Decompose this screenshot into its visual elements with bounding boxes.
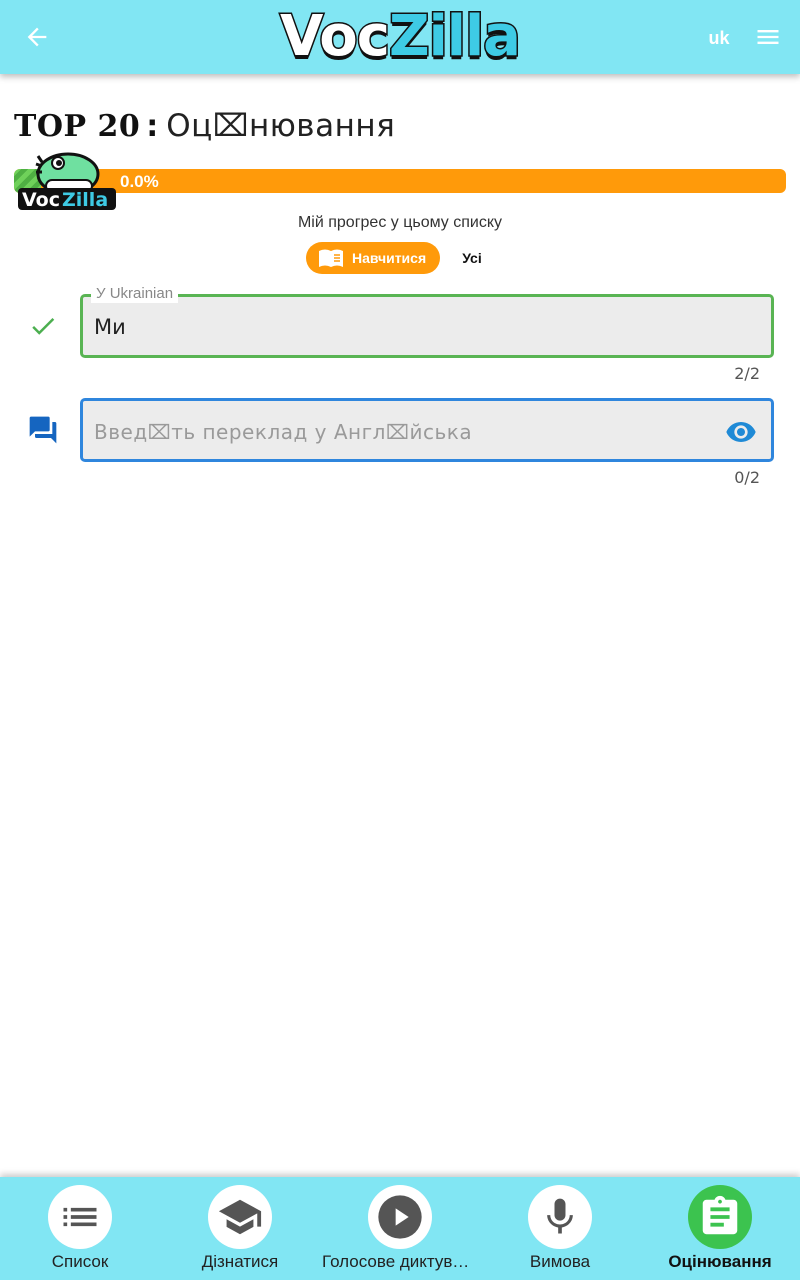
- microphone-icon: [547, 1198, 573, 1234]
- progress-value: 0.0%: [120, 172, 159, 191]
- source-word-value: Ми: [94, 315, 126, 339]
- language-button[interactable]: uk: [698, 24, 740, 52]
- clipboard-icon: [702, 1195, 738, 1235]
- graduation-cap-icon: [218, 1199, 262, 1235]
- nav-label-pronunciation: Вимова: [529, 1252, 591, 1271]
- progress-caption: Мій прогрес у цьому списку: [297, 214, 503, 231]
- source-language-label: У Ukrainian: [91, 285, 179, 303]
- voczilla-mascot-icon: Voc Zilla: [16, 150, 118, 212]
- nav-item-dictation[interactable]: Голосове диктування: [320, 1177, 480, 1280]
- svg-text:Zilla: Zilla: [62, 189, 108, 211]
- nav-label-dictation: Голосове диктування: [322, 1252, 480, 1271]
- app-header: VocZilla uk: [0, 0, 800, 74]
- toggle-learn-label: Навчитися: [352, 250, 427, 266]
- nav-item-assessment[interactable]: Оцінювання: [640, 1177, 800, 1280]
- source-word-field[interactable]: У Ukrainian Ми: [80, 285, 774, 358]
- bottom-navigation: Список Дізнатися Голосове диктування Вим…: [0, 1177, 800, 1280]
- translation-counter: 0/2: [734, 468, 760, 487]
- hamburger-menu-icon: [757, 30, 779, 44]
- svg-text:Voc: Voc: [22, 189, 60, 211]
- nav-item-list[interactable]: Список: [0, 1177, 160, 1280]
- nav-item-pronunciation[interactable]: Вимова: [480, 1177, 640, 1280]
- source-counter: 2/2: [734, 364, 760, 383]
- list-name: TOP 20: [14, 108, 141, 144]
- nav-label-list: Список: [51, 1252, 109, 1271]
- list-icon: [63, 1207, 97, 1227]
- play-icon: [378, 1195, 422, 1239]
- nav-item-learn[interactable]: Дізнатися: [160, 1177, 320, 1280]
- title-separator: :: [146, 108, 159, 144]
- voczilla-logo[interactable]: VocZilla: [266, 4, 534, 70]
- translation-placeholder: Введ⌧ть переклад у Англ⌧йська: [94, 420, 473, 444]
- back-button[interactable]: [16, 16, 58, 58]
- nav-label-learn: Дізнатися: [201, 1252, 279, 1271]
- book-icon: [319, 249, 343, 267]
- toggle-all-button[interactable]: Усі: [452, 242, 492, 274]
- chat-bubbles-icon: [25, 412, 61, 448]
- arrow-left-icon: [27, 27, 47, 47]
- menu-button[interactable]: [748, 16, 788, 58]
- reveal-answer-button[interactable]: [723, 414, 759, 450]
- logo-text-zilla: Zilla: [387, 4, 522, 69]
- translation-input[interactable]: Введ⌧ть переклад у Англ⌧йська: [80, 398, 774, 462]
- eye-icon: [726, 422, 756, 442]
- check-icon: [25, 308, 61, 344]
- page-title: TOP 20 : Оц⌧нювання: [14, 104, 395, 148]
- nav-label-assessment: Оцінювання: [668, 1252, 772, 1271]
- toggle-learn-button[interactable]: Навчитися: [306, 242, 440, 274]
- logo-text-voc: Voc: [279, 4, 392, 69]
- mode-name: Оц⌧нювання: [166, 108, 396, 144]
